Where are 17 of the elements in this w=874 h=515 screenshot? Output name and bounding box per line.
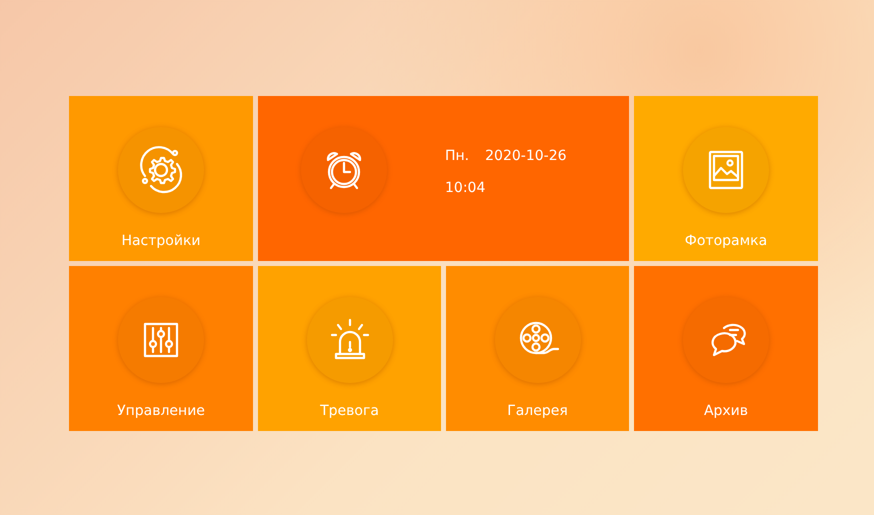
tile-label: Управление [117, 403, 205, 419]
app-tile[interactable]: Архив [634, 266, 818, 431]
time: 10:04 [445, 180, 486, 196]
app-tile[interactable]: Настройки [69, 96, 253, 261]
tile-label: Архив [704, 403, 748, 419]
weekday: Пн. [445, 148, 470, 164]
clock-tile[interactable]: Пн. 2020-10-26 10:04 [258, 96, 629, 261]
tile-label: Тревога [320, 403, 379, 419]
app-tile[interactable]: Фоторамка [634, 96, 818, 261]
gear-icon [137, 146, 185, 194]
tile-label: Галерея [507, 403, 568, 419]
app-tile[interactable]: Управление [69, 266, 253, 431]
app-tile[interactable]: Галерея [446, 266, 629, 431]
tile-label: Фоторамка [684, 233, 768, 249]
tile-label: Настройки [121, 233, 201, 249]
date: 2020-10-26 [485, 148, 567, 164]
app-tile[interactable]: Тревога [258, 266, 441, 431]
